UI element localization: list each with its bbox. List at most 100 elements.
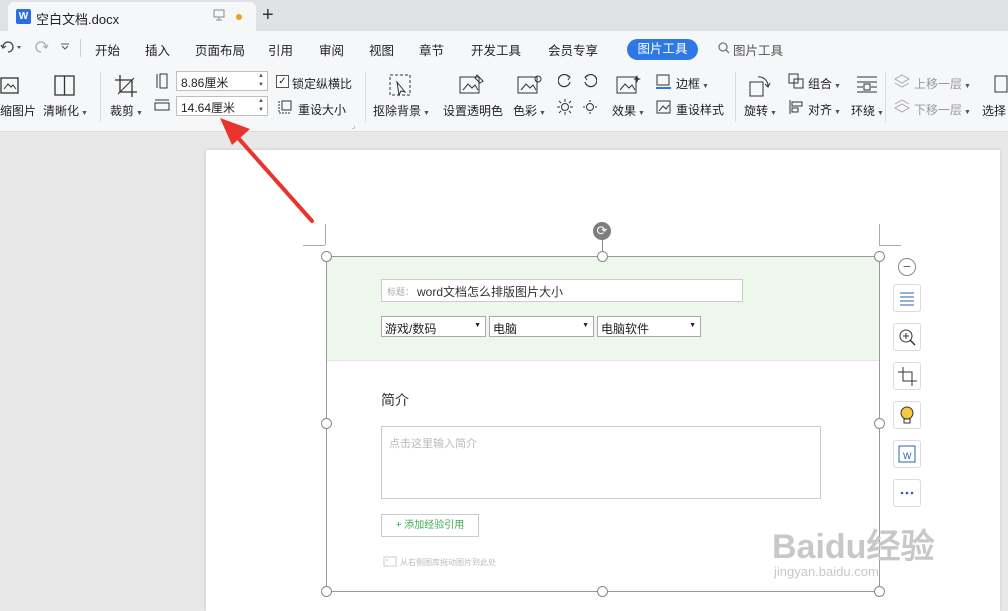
- resize-handle-w[interactable]: [321, 418, 332, 429]
- tab-picture-tools[interactable]: 图片工具: [627, 39, 698, 60]
- sharpen-button[interactable]: 清晰化 ▼: [43, 102, 88, 119]
- crop-button[interactable]: 裁剪 ▼: [110, 102, 143, 119]
- height-input[interactable]: 8.86厘米 ▲ ▼: [176, 71, 268, 91]
- crop-icon[interactable]: [114, 74, 138, 98]
- picture-to-text-icon: W: [898, 445, 916, 463]
- effects-icon[interactable]: [616, 74, 642, 98]
- quick-access-dropdown-icon[interactable]: [60, 43, 70, 51]
- divider: [365, 72, 366, 122]
- group-icon[interactable]: [788, 73, 804, 89]
- resize-handle-n[interactable]: [597, 251, 608, 262]
- crop-label: 裁剪: [110, 104, 135, 118]
- search-icon[interactable]: [718, 42, 730, 54]
- redo-icon[interactable]: [32, 40, 50, 54]
- remove-background-button[interactable]: 抠除背景 ▼: [373, 102, 430, 119]
- watermark-brand: Baidu经验: [772, 528, 935, 566]
- resize-handle-se[interactable]: [874, 586, 885, 597]
- dialog-launcher-icon[interactable]: ⌟: [352, 122, 355, 130]
- effects-button[interactable]: 效果 ▼: [612, 102, 645, 119]
- margin-mark: [303, 245, 325, 246]
- menu-member[interactable]: 会员专享: [548, 40, 598, 59]
- layout-options-icon: [900, 292, 914, 306]
- picture-to-text-button[interactable]: W: [893, 440, 921, 468]
- menu-home[interactable]: 开始: [95, 40, 120, 59]
- reset-style-icon[interactable]: [656, 99, 672, 115]
- align-icon[interactable]: [788, 99, 804, 115]
- tab-bar: W 空白文档.docx +: [0, 0, 1008, 31]
- lock-ratio-checkbox[interactable]: ✓: [276, 75, 289, 88]
- menu-references[interactable]: 引用: [268, 40, 293, 59]
- menu-page-layout[interactable]: 页面布局: [195, 40, 245, 59]
- margin-mark: [879, 245, 901, 246]
- rotate-handle[interactable]: ⟳: [593, 222, 611, 240]
- color-button[interactable]: 色彩 ▼: [513, 102, 546, 119]
- reset-style-label[interactable]: 重设样式: [676, 101, 724, 118]
- unsaved-indicator: [236, 14, 242, 20]
- height-icon: [156, 73, 168, 89]
- increase-brightness-icon[interactable]: [557, 99, 573, 115]
- side-crop-button[interactable]: [893, 362, 921, 390]
- sharpen-label: 清晰化: [43, 104, 80, 118]
- reset-size-icon[interactable]: [278, 100, 292, 114]
- spin-up-icon[interactable]: ▲: [258, 98, 264, 104]
- border-button[interactable]: 边框 ▼: [676, 75, 709, 92]
- remove-background-icon[interactable]: [389, 74, 413, 98]
- monitor-icon[interactable]: [213, 9, 225, 21]
- align-button[interactable]: 对齐 ▼: [808, 101, 841, 118]
- bring-forward-button[interactable]: 上移一层 ▼: [914, 75, 971, 92]
- decrease-contrast-icon[interactable]: [583, 74, 597, 88]
- resize-handle-sw[interactable]: [321, 586, 332, 597]
- select-label[interactable]: 选择: [982, 102, 1006, 119]
- set-transparent-icon[interactable]: [459, 74, 485, 98]
- layout-options-button[interactable]: [893, 284, 921, 312]
- color-label: 色彩: [513, 104, 538, 118]
- collapse-toolbar-button[interactable]: −: [898, 258, 916, 276]
- resize-handle-s[interactable]: [597, 586, 608, 597]
- menu-view[interactable]: 视图: [369, 40, 394, 59]
- more-icon: [900, 491, 914, 495]
- send-backward-button[interactable]: 下移一层 ▼: [914, 101, 971, 118]
- lock-ratio-label[interactable]: 锁定纵横比: [292, 75, 352, 92]
- zoom-button[interactable]: [893, 323, 921, 351]
- border-label: 边框: [676, 77, 701, 91]
- spin-down-icon[interactable]: ▼: [258, 82, 264, 88]
- bring-forward-icon[interactable]: [894, 74, 910, 90]
- wrap-button[interactable]: 环绕 ▼: [851, 102, 884, 119]
- compress-picture-icon[interactable]: [0, 75, 20, 97]
- resize-handle-e[interactable]: [874, 418, 885, 429]
- select-pane-icon[interactable]: [992, 74, 1008, 96]
- sharpen-icon[interactable]: [53, 74, 77, 98]
- spin-down-icon[interactable]: ▼: [258, 107, 264, 113]
- red-arrow-annotation: [220, 118, 314, 223]
- group-button[interactable]: 组合 ▼: [808, 75, 841, 92]
- menu-developer-tools[interactable]: 开发工具: [471, 40, 521, 59]
- send-backward-icon[interactable]: [894, 99, 910, 115]
- resize-handle-nw[interactable]: [321, 251, 332, 262]
- compress-picture-label[interactable]: 缩图片: [0, 102, 36, 119]
- new-tab-button[interactable]: +: [262, 3, 274, 27]
- menu-section[interactable]: 章节: [419, 40, 444, 59]
- document-title: 空白文档.docx: [36, 12, 120, 27]
- undo-icon[interactable]: [0, 40, 24, 54]
- menu-insert[interactable]: 插入: [145, 40, 170, 59]
- resize-handle-ne[interactable]: [874, 251, 885, 262]
- divider: [885, 72, 886, 122]
- decrease-brightness-icon[interactable]: [582, 99, 598, 115]
- color-icon[interactable]: [517, 74, 543, 98]
- rotate-button[interactable]: 旋转 ▼: [744, 102, 777, 119]
- menu-bar: 开始 插入 页面布局 引用 审阅 视图 章节 开发工具 会员专享 图片工具 图片…: [0, 31, 1008, 64]
- rotate-icon[interactable]: [748, 74, 772, 98]
- document-tab[interactable]: W 空白文档.docx: [8, 2, 256, 31]
- more-options-button[interactable]: [893, 479, 921, 507]
- menu-review[interactable]: 审阅: [319, 40, 344, 59]
- remove-background-label: 抠除背景: [373, 104, 422, 118]
- spin-up-icon[interactable]: ▲: [258, 73, 264, 79]
- increase-contrast-icon[interactable]: [558, 74, 572, 88]
- border-icon[interactable]: [656, 74, 672, 90]
- width-input[interactable]: 14.64厘米 ▲ ▼: [176, 96, 268, 116]
- search-label[interactable]: 图片工具: [733, 40, 783, 59]
- set-transparent-label[interactable]: 设置透明色: [443, 102, 503, 119]
- baidu-watermark: Baidu经验 jingyan.baidu.com: [772, 519, 934, 579]
- smart-tips-button[interactable]: [893, 401, 921, 429]
- wrap-icon[interactable]: [856, 74, 878, 96]
